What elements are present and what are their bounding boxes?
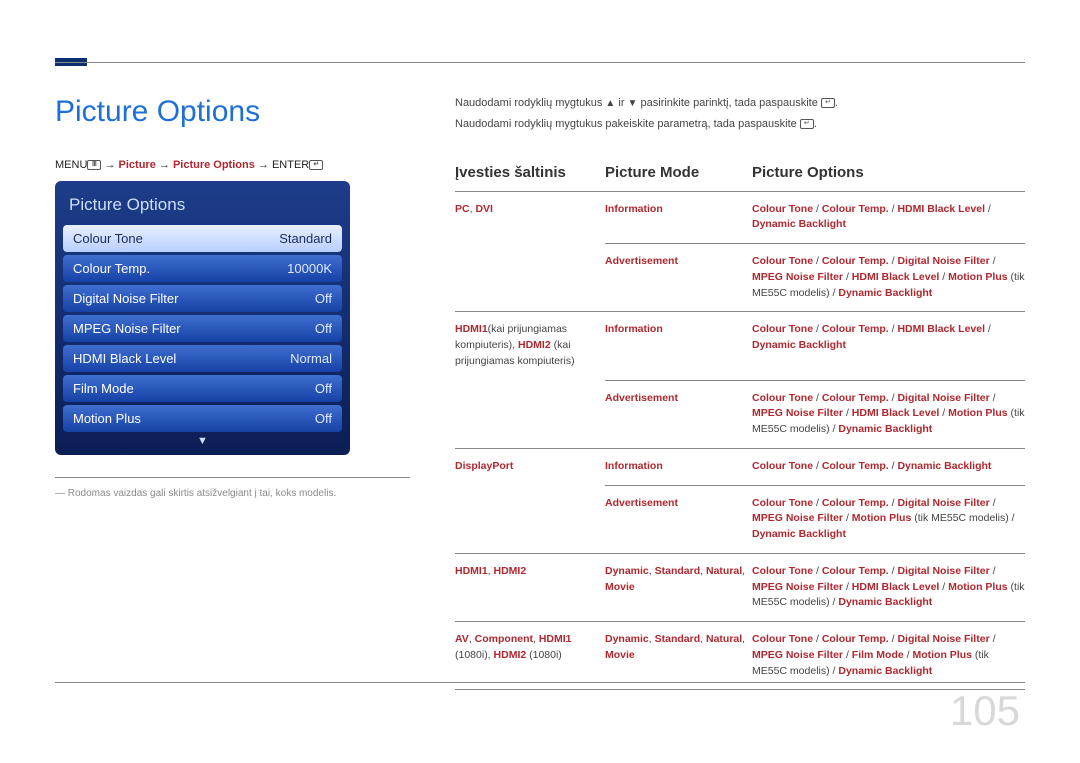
osd-title: Picture Options	[63, 189, 342, 225]
chevron-down-icon: ▼	[63, 435, 342, 447]
footer-rule	[55, 682, 1025, 683]
table-header: Įvesties šaltinis Picture Mode Picture O…	[455, 162, 1025, 185]
options-table: PC, DVIInformationColour Tone / Colour T…	[455, 191, 1025, 691]
osd-row[interactable]: Digital Noise FilterOff	[63, 285, 342, 312]
header-mode: Picture Mode	[605, 162, 752, 185]
up-triangle-icon: ▲	[605, 98, 615, 109]
osd-row[interactable]: Colour ToneStandard	[63, 225, 342, 252]
table-row: AV, Component, HDMI1 (1080i), HDMI2 (108…	[455, 622, 1025, 690]
enter-icon: ↵	[821, 98, 835, 108]
osd-row[interactable]: Colour Temp.10000K	[63, 255, 342, 282]
instruction-1: Naudodami rodyklių mygtukus ▲ ir ▼ pasir…	[455, 95, 1025, 112]
down-triangle-icon: ▼	[628, 98, 638, 109]
page-number: 105	[950, 687, 1020, 735]
osd-row[interactable]: HDMI Black LevelNormal	[63, 345, 342, 372]
instruction-2: Naudodami rodyklių mygtukus pakeiskite p…	[455, 116, 1025, 133]
osd-panel: Picture Options Colour ToneStandard Colou…	[55, 181, 350, 455]
note-rule	[55, 477, 410, 478]
table-row: HDMI1, HDMI2Dynamic, Standard, Natural, …	[455, 554, 1025, 622]
table-row: HDMI1(kai prijungiamas kompiuteris), HDM…	[455, 312, 1025, 449]
osd-row[interactable]: MPEG Noise FilterOff	[63, 315, 342, 342]
menu-icon: Ⅲ	[87, 160, 101, 170]
osd-row[interactable]: Film ModeOff	[63, 375, 342, 402]
table-row: PC, DVIInformationColour Tone / Colour T…	[455, 192, 1025, 313]
table-row: DisplayPortInformationColour Tone / Colo…	[455, 449, 1025, 554]
osd-row[interactable]: Motion PlusOff	[63, 405, 342, 432]
header-options: Picture Options	[752, 162, 1025, 185]
enter-icon: ↵	[309, 160, 323, 170]
header-rule	[55, 62, 1025, 63]
right-column: Naudodami rodyklių mygtukus ▲ ir ▼ pasir…	[455, 95, 1025, 690]
header-source: Įvesties šaltinis	[455, 162, 605, 185]
enter-icon: ↵	[800, 119, 814, 129]
